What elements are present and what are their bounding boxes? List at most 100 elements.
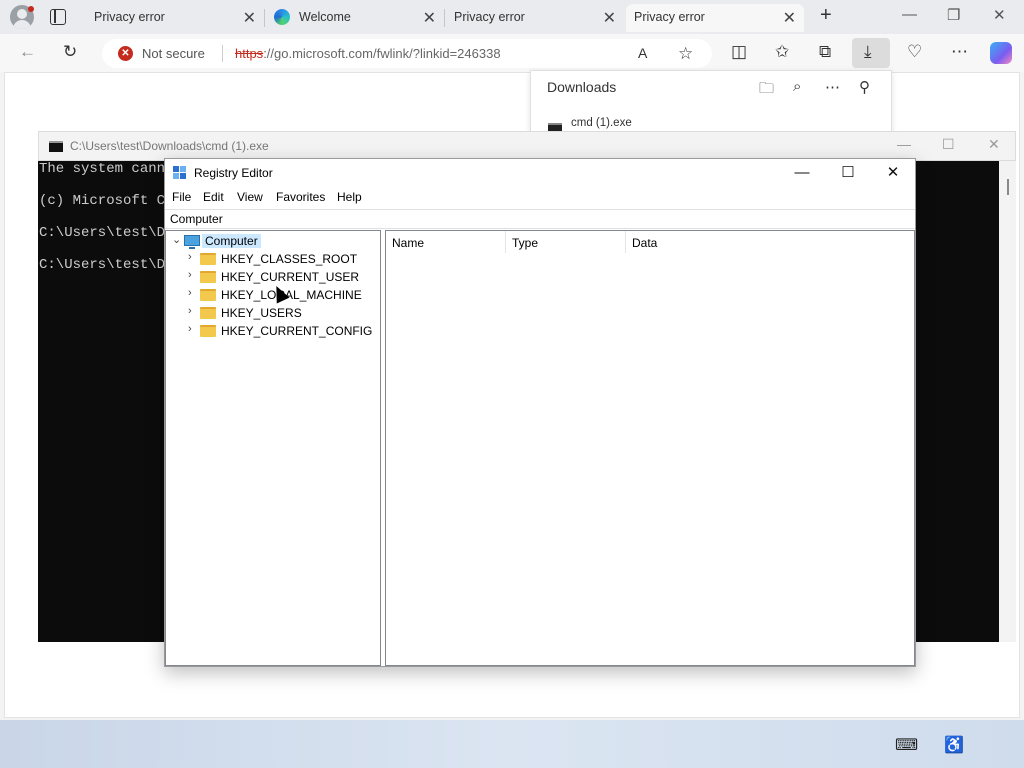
downloads-button[interactable]: ⤓ <box>852 38 890 68</box>
split-screen-icon[interactable]: ◫ <box>731 42 747 62</box>
collapse-chevron-icon[interactable]: ⌄ <box>172 233 184 246</box>
tab-welcome[interactable]: Welcome ✕ <box>266 4 445 32</box>
column-header-type[interactable]: Type <box>506 231 626 253</box>
downloads-title: Downloads <box>547 79 617 95</box>
browser-restore-button[interactable]: ❐ <box>947 6 960 24</box>
copilot-icon[interactable] <box>990 42 1012 64</box>
tree-item-computer[interactable]: ⌄ Computer <box>172 232 372 250</box>
column-header-label: Name <box>392 236 425 250</box>
regedit-title-bar[interactable]: Registry Editor — ☐ ✕ <box>165 159 915 187</box>
registry-values-pane[interactable]: Name Type Data <box>385 230 915 666</box>
more-icon[interactable]: ⋯ <box>951 42 968 62</box>
expand-chevron-icon[interactable]: › <box>188 287 200 299</box>
taskbar <box>0 720 1024 768</box>
pin-icon[interactable]: ⚲ <box>859 78 870 96</box>
menu-edit[interactable]: Edit <box>203 190 224 204</box>
address-bar[interactable]: ✕ Not secure https://go.microsoft.com/fw… <box>102 39 712 68</box>
tree-item-hkey-current-config[interactable]: › HKEY_CURRENT_CONFIG <box>188 322 378 340</box>
tab-privacy-error-2[interactable]: Privacy error ✕ <box>446 4 624 32</box>
cmd-output-line: C:\Users\test\Do <box>39 257 174 273</box>
expand-chevron-icon[interactable]: › <box>188 269 200 281</box>
tab-separator <box>264 9 265 27</box>
regedit-maximize-button[interactable]: ☐ <box>825 162 871 186</box>
regedit-title: Registry Editor <box>194 166 273 180</box>
cmd-app-icon <box>49 141 63 152</box>
read-aloud-icon[interactable]: A <box>638 45 647 61</box>
accessibility-icon[interactable]: ♿ <box>944 735 964 755</box>
browser-minimize-button[interactable]: — <box>902 6 917 23</box>
address-separator <box>222 45 223 62</box>
url-scheme: https <box>235 46 264 61</box>
favorites-icon[interactable]: ✩ <box>775 42 789 62</box>
cmd-close-button[interactable]: ✕ <box>988 136 1000 153</box>
tree-item-hkey-classes-root[interactable]: › HKEY_CLASSES_ROOT <box>188 250 378 268</box>
more-options-icon[interactable]: ⋯ <box>825 78 840 96</box>
tree-item-label: HKEY_USERS <box>221 306 302 320</box>
expand-chevron-icon[interactable]: › <box>188 305 200 317</box>
tab-close-icon[interactable]: ✕ <box>243 8 256 28</box>
tree-item-label: HKEY_CLASSES_ROOT <box>221 252 358 266</box>
search-icon[interactable]: ⌕ <box>793 78 801 95</box>
downloads-panel: Downloads 🗀 ⌕ ⋯ ⚲ cmd (1).exe <box>530 70 892 136</box>
tab-privacy-error-1[interactable]: Privacy error ✕ <box>86 4 265 32</box>
not-secure-icon[interactable]: ✕ <box>118 46 133 61</box>
expand-chevron-icon[interactable]: › <box>188 251 200 263</box>
cmd-output-line: The system canno <box>39 161 174 177</box>
tab-privacy-error-active[interactable]: Privacy error ✕ <box>626 4 804 32</box>
column-header-name[interactable]: Name <box>386 231 506 253</box>
download-item-name[interactable]: cmd (1).exe <box>571 117 632 129</box>
cmd-output-line: (c) Microsoft Co <box>39 193 174 209</box>
not-secure-label[interactable]: Not secure <box>142 46 205 61</box>
tab-close-icon[interactable]: ✕ <box>603 8 616 28</box>
keyboard-icon[interactable]: ⌨ <box>895 735 918 755</box>
url-text[interactable]: https://go.microsoft.com/fwlink/?linkid=… <box>235 46 501 61</box>
tab-title: Privacy error <box>634 10 705 24</box>
regedit-address-bar[interactable]: Computer <box>165 209 915 229</box>
tab-close-icon[interactable]: ✕ <box>783 8 796 28</box>
cmd-maximize-button[interactable]: ☐ <box>942 136 955 153</box>
browser-tab-strip: Privacy error ✕ Welcome ✕ Privacy error … <box>0 0 1024 34</box>
open-folder-icon[interactable]: 🗀 <box>759 78 774 103</box>
cmd-title: C:\Users\test\Downloads\cmd (1).exe <box>70 139 269 153</box>
menu-file[interactable]: File <box>172 190 191 204</box>
cmd-minimize-button[interactable]: — <box>897 136 911 152</box>
tab-separator <box>444 9 445 27</box>
back-arrow-icon[interactable]: ← <box>19 42 36 62</box>
star-icon[interactable]: ☆ <box>678 44 693 64</box>
folder-icon <box>200 289 216 301</box>
cmd-title-bar[interactable]: C:\Users\test\Downloads\cmd (1).exe — ☐ … <box>38 131 1016 161</box>
edge-logo-icon <box>274 9 290 25</box>
tree-item-label: Computer <box>202 234 261 248</box>
regedit-minimize-button[interactable]: — <box>779 162 825 186</box>
collections-icon[interactable]: ⧉ <box>819 42 831 62</box>
regedit-close-button[interactable]: ✕ <box>870 162 916 186</box>
tab-title: Welcome <box>299 10 351 24</box>
menu-favorites[interactable]: Favorites <box>276 190 325 204</box>
regedit-address-text: Computer <box>170 212 223 226</box>
tree-item-hkey-users[interactable]: › HKEY_USERS <box>188 304 378 322</box>
browser-close-button[interactable]: ✕ <box>993 6 1006 24</box>
refresh-icon[interactable]: ↻ <box>63 42 77 62</box>
cmd-scrollbar[interactable] <box>999 161 1016 642</box>
column-header-data[interactable]: Data <box>626 231 826 253</box>
menu-help[interactable]: Help <box>337 190 362 204</box>
column-header-label: Type <box>512 236 539 250</box>
browser-essentials-icon[interactable]: ♡ <box>907 42 922 62</box>
tab-close-icon[interactable]: ✕ <box>423 8 436 28</box>
folder-icon <box>200 271 216 283</box>
expand-chevron-icon[interactable]: › <box>188 323 200 335</box>
new-tab-button[interactable]: + <box>820 4 832 27</box>
column-header-label: Data <box>632 236 658 250</box>
tree-item-label: HKEY_CURRENT_CONFIG <box>221 324 373 338</box>
menu-view[interactable]: View <box>237 190 263 204</box>
tab-title: Privacy error <box>454 10 525 24</box>
cmd-scroll-thumb[interactable] <box>1007 179 1009 195</box>
registry-editor-window[interactable]: Registry Editor — ☐ ✕ File Edit View Fav… <box>164 158 916 667</box>
download-icon: ⤓ <box>864 42 872 61</box>
browser-toolbar: ← ↻ ✕ Not secure https://go.microsoft.co… <box>0 34 1024 72</box>
regedit-menu-bar: File Edit View Favorites Help <box>165 187 915 209</box>
tree-item-label: HKEY_CURRENT_USER <box>221 270 360 284</box>
folder-icon <box>200 307 216 319</box>
folder-icon <box>200 325 216 337</box>
tab-actions-icon[interactable] <box>50 9 66 25</box>
